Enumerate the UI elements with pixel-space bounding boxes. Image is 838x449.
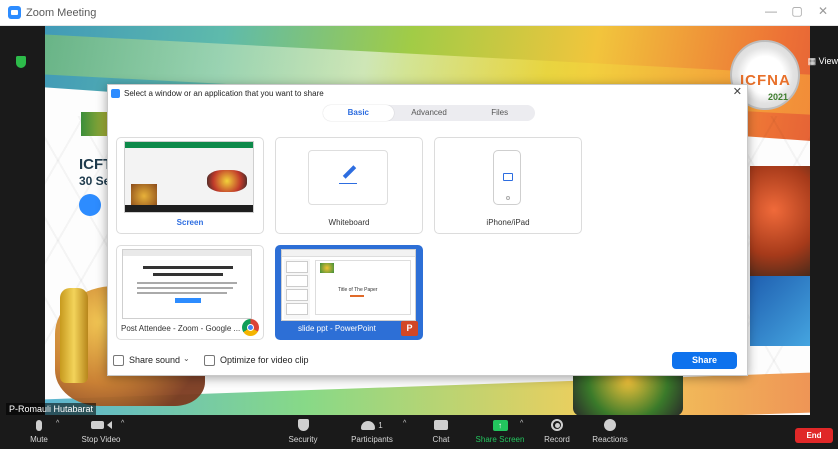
share-screen-label: Share Screen bbox=[475, 435, 525, 444]
dialog-footer: Share sound ⌄ Optimize for video clip Sh… bbox=[108, 347, 747, 375]
zoom-app-icon bbox=[8, 6, 21, 19]
tab-files[interactable]: Files bbox=[464, 105, 535, 121]
share-option-screen[interactable]: Screen bbox=[116, 137, 264, 234]
share-screen-icon: ↑ bbox=[492, 419, 508, 431]
audio-options-caret[interactable]: ^ bbox=[56, 420, 59, 427]
reactions-button[interactable]: Reactions bbox=[590, 415, 630, 449]
title-bar: Zoom Meeting — ▢ ✕ bbox=[0, 0, 838, 26]
record-label: Record bbox=[544, 435, 570, 444]
screen-label: Screen bbox=[176, 218, 204, 227]
oil-bottle-image bbox=[60, 288, 88, 383]
powerpoint-icon: P bbox=[401, 321, 418, 336]
shield-icon bbox=[297, 419, 309, 431]
dialog-title: Select a window or an application that y… bbox=[124, 88, 324, 98]
mute-button[interactable]: Mute bbox=[22, 415, 56, 449]
share-options-caret[interactable]: ^ bbox=[520, 420, 523, 427]
video-options-caret[interactable]: ^ bbox=[121, 420, 124, 427]
participants-options-caret[interactable]: ^ bbox=[403, 420, 406, 427]
iphone-label: iPhone/iPad bbox=[486, 218, 530, 227]
ppt-thumb-title: Title of The Paper bbox=[338, 287, 378, 293]
window-title: Zoom Meeting bbox=[26, 6, 97, 19]
iphone-icon bbox=[493, 150, 521, 205]
optimize-video-checkbox[interactable] bbox=[204, 355, 215, 366]
chrome-icon bbox=[242, 319, 259, 336]
dialog-close-button[interactable]: ✕ bbox=[733, 85, 742, 98]
screen-thumbnail bbox=[124, 141, 254, 213]
share-option-whiteboard[interactable]: Whiteboard bbox=[275, 137, 423, 234]
participants-label: Participants bbox=[351, 435, 393, 444]
tab-advanced[interactable]: Advanced bbox=[394, 105, 465, 121]
pencil-icon bbox=[342, 165, 357, 179]
stop-video-label: Stop Video bbox=[81, 435, 121, 444]
mute-label: Mute bbox=[30, 435, 48, 444]
share-screen-dialog: Select a window or an application that y… bbox=[107, 84, 748, 376]
stop-video-button[interactable]: Stop Video bbox=[76, 415, 126, 449]
close-window-button[interactable]: ✕ bbox=[814, 4, 832, 18]
share-option-iphone-ipad[interactable]: iPhone/iPad bbox=[434, 137, 582, 234]
chat-icon bbox=[434, 420, 448, 430]
slide-zoom-icon bbox=[79, 194, 101, 216]
end-meeting-button[interactable]: End bbox=[795, 428, 833, 443]
whiteboard-label: Whiteboard bbox=[328, 218, 370, 227]
share-option-chrome-window[interactable]: Post Attendee - Zoom - Google ... bbox=[116, 245, 264, 340]
encryption-shield-icon[interactable] bbox=[16, 56, 26, 68]
optimize-video-label: Optimize for video clip bbox=[220, 355, 309, 365]
share-sound-checkbox[interactable] bbox=[113, 355, 124, 366]
meeting-toolbar: Mute ^ Stop Video ^ Security 1 Participa… bbox=[0, 415, 838, 449]
microphone-icon bbox=[36, 419, 42, 431]
slide-date-text: 30 Se bbox=[79, 174, 111, 188]
share-screen-button[interactable]: ↑ Share Screen bbox=[474, 415, 526, 449]
security-button[interactable]: Security bbox=[285, 415, 321, 449]
dialog-header: Select a window or an application that y… bbox=[108, 85, 747, 101]
participants-count: 1 bbox=[378, 420, 383, 430]
video-camera-icon bbox=[90, 421, 104, 429]
tab-basic[interactable]: Basic bbox=[323, 105, 394, 121]
chrome-window-thumbnail bbox=[122, 249, 252, 319]
reactions-icon bbox=[604, 419, 616, 431]
participants-button[interactable]: 1 Participants bbox=[347, 415, 397, 449]
share-sound-label: Share sound bbox=[129, 355, 181, 365]
security-label: Security bbox=[288, 435, 318, 444]
minimize-button[interactable]: — bbox=[762, 4, 780, 18]
blue-hex-decoration bbox=[750, 276, 810, 346]
participants-icon bbox=[361, 420, 376, 430]
participant-name-tag: P-Romauli Hutabarat bbox=[6, 403, 97, 415]
share-option-powerpoint-window[interactable]: Title of The Paper slide ppt - PowerPoin… bbox=[275, 245, 423, 340]
zoom-app-icon bbox=[111, 88, 120, 98]
food-image-right bbox=[750, 166, 810, 276]
seal-year: 2021 bbox=[768, 92, 789, 102]
view-button[interactable]: ▦ View bbox=[808, 56, 838, 67]
view-label: View bbox=[818, 56, 838, 66]
restore-button[interactable]: ▢ bbox=[788, 4, 806, 18]
chat-button[interactable]: Chat bbox=[427, 415, 455, 449]
share-button[interactable]: Share bbox=[672, 352, 737, 369]
reactions-label: Reactions bbox=[592, 435, 628, 444]
zoom-meeting-window: Zoom Meeting — ▢ ✕ ICFT 30 Se ICFNA 2021… bbox=[0, 0, 838, 449]
record-icon bbox=[551, 419, 563, 431]
record-button[interactable]: Record bbox=[540, 415, 574, 449]
share-sound-options-caret[interactable]: ⌄ bbox=[183, 354, 190, 363]
whiteboard-preview bbox=[308, 150, 388, 205]
powerpoint-thumbnail: Title of The Paper bbox=[281, 249, 416, 321]
chat-label: Chat bbox=[432, 435, 450, 444]
share-tabs: Basic Advanced Files bbox=[323, 105, 535, 121]
